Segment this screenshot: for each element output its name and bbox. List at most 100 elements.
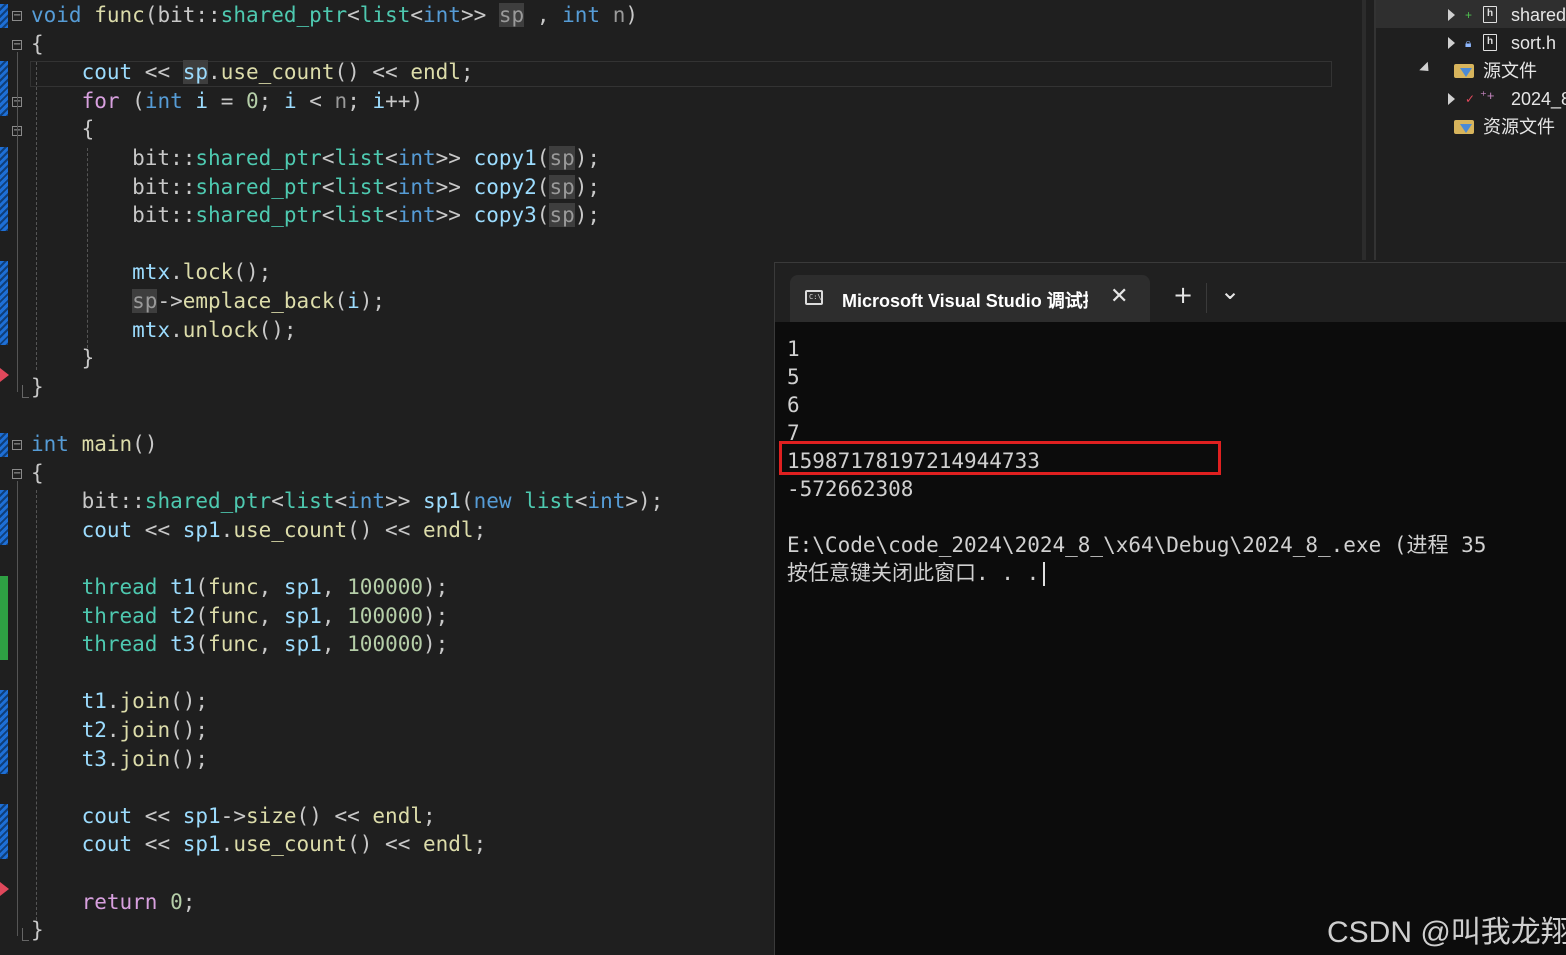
console-titlebar[interactable]: C:\ Microsoft Visual Studio 调试控制台 ✕ + ⌄: [775, 263, 1566, 322]
code-token: t3: [170, 632, 196, 657]
code-token: ();: [170, 746, 209, 771]
code-token: int: [423, 3, 461, 27]
fold-collapse-icon[interactable]: −: [12, 440, 22, 450]
code-token: <: [321, 146, 335, 170]
code-token: bit::: [31, 203, 196, 228]
code-token: 100000: [347, 603, 424, 628]
breakpoint-arrow-icon[interactable]: [0, 882, 9, 896]
chevron-down-icon[interactable]: ⌄: [1220, 277, 1240, 305]
code-line[interactable]: t1.join();: [31, 687, 208, 715]
console-tab[interactable]: C:\ Microsoft Visual Studio 调试控制台 ✕: [790, 275, 1150, 322]
code-line[interactable]: int main(): [31, 430, 157, 458]
code-token: list: [334, 146, 386, 170]
code-line[interactable]: for (int i = 0; i < n; i++): [31, 87, 424, 115]
code-token: cout: [81, 803, 133, 828]
code-token: <<: [132, 832, 183, 857]
change-marker: [0, 690, 8, 774]
code-token: <: [271, 489, 284, 514]
fold-collapse-icon[interactable]: −: [12, 469, 22, 479]
code-line[interactable]: bit::shared_ptr<list<int>> copy2(sp);: [31, 173, 600, 201]
code-line[interactable]: cout << sp1->size() << endl;: [31, 802, 436, 830]
code-token: .: [106, 689, 120, 714]
code-line[interactable]: void func(bit::shared_ptr<list<int>> sp …: [31, 1, 638, 29]
solution-explorer[interactable]: + h shared 🔒︎ h sort.h 源文件 ✓ ⁺+ 2024_8 资…: [1374, 0, 1566, 260]
code-line[interactable]: }: [31, 344, 95, 372]
code-line[interactable]: return 0;: [31, 888, 196, 916]
code-line[interactable]: mtx.lock();: [31, 258, 271, 286]
code-token: int: [144, 88, 183, 113]
code-line[interactable]: bit::shared_ptr<list<int>> sp1(new list<…: [31, 487, 664, 515]
code-token: int: [397, 174, 436, 199]
fold-collapse-icon[interactable]: −: [12, 11, 22, 21]
code-token: }: [31, 918, 44, 943]
code-token: mtx: [132, 260, 171, 285]
breakpoint-arrow-icon[interactable]: [0, 368, 9, 382]
code-token: ;: [422, 803, 436, 828]
code-token: sp: [132, 289, 158, 313]
change-marker: [0, 490, 8, 545]
code-token: func: [94, 3, 145, 27]
code-token: thread: [81, 603, 158, 628]
code-token: t1: [81, 689, 107, 714]
code-token: ;: [473, 517, 487, 542]
editor-scrollbar[interactable]: [1362, 0, 1366, 260]
editor-gutter[interactable]: − − − − − −: [0, 0, 30, 954]
code-line[interactable]: thread t2(func, sp1, 100000);: [31, 602, 449, 630]
explorer-item-shared[interactable]: + h shared: [1376, 1, 1566, 29]
code-token: ,: [258, 632, 284, 657]
code-token: >);: [625, 489, 664, 514]
code-token: endl: [422, 517, 474, 542]
code-line[interactable]: cout << sp1.use_count() << endl;: [31, 830, 487, 858]
code-line[interactable]: cout << sp.use_count() << endl;: [31, 58, 474, 86]
code-token: ,: [321, 632, 348, 657]
code-token: join: [119, 718, 171, 742]
code-token: join: [119, 746, 171, 771]
expand-arrow-icon[interactable]: [1448, 9, 1455, 21]
code-token: lock: [182, 260, 234, 285]
code-line[interactable]: {: [31, 30, 44, 58]
code-token: (bit::: [144, 3, 221, 27]
explorer-item-2024-8[interactable]: ✓ ⁺+ 2024_8: [1376, 85, 1566, 113]
code-token: (: [536, 203, 550, 228]
added-marker: [0, 576, 8, 660]
code-token: cout: [81, 60, 133, 85]
code-line[interactable]: cout << sp1.use_count() << endl;: [31, 516, 487, 544]
code-line[interactable]: }: [31, 916, 44, 944]
explorer-item-sort-h[interactable]: 🔒︎ h sort.h: [1376, 29, 1566, 57]
code-token: <<: [132, 60, 183, 85]
code-token: i: [195, 88, 209, 113]
expand-arrow-icon[interactable]: [1448, 37, 1455, 49]
code-line[interactable]: {: [31, 459, 44, 487]
expand-arrow-icon[interactable]: [1448, 93, 1455, 105]
code-line[interactable]: mtx.unlock();: [31, 316, 296, 344]
code-token: .: [106, 718, 120, 742]
code-token: }: [31, 374, 44, 399]
console-line: -572662308: [787, 475, 913, 503]
code-line[interactable]: bit::shared_ptr<list<int>> copy1(sp);: [31, 144, 600, 172]
code-line[interactable]: thread t1(func, sp1, 100000);: [31, 573, 449, 601]
fold-collapse-icon[interactable]: −: [12, 40, 22, 50]
close-tab-button[interactable]: ✕: [1110, 284, 1128, 309]
code-token: n: [612, 3, 626, 27]
explorer-item-source-files[interactable]: 源文件: [1376, 57, 1566, 85]
code-token: bit::: [31, 489, 145, 514]
code-line[interactable]: {: [31, 115, 95, 143]
code-line[interactable]: thread t3(func, sp1, 100000);: [31, 630, 449, 658]
explorer-item-resource-files[interactable]: 资源文件: [1376, 113, 1566, 141]
code-token: int: [347, 489, 386, 514]
code-token: 100000: [347, 575, 424, 599]
code-line[interactable]: bit::shared_ptr<list<int>> copy3(sp);: [31, 201, 600, 229]
code-token: <: [347, 3, 360, 27]
code-token: <: [334, 489, 348, 514]
code-line[interactable]: }: [31, 373, 44, 401]
debug-console-window[interactable]: C:\ Microsoft Visual Studio 调试控制台 ✕ + ⌄ …: [774, 262, 1566, 955]
code-line[interactable]: sp->emplace_back(i);: [31, 287, 385, 315]
collapse-arrow-icon[interactable]: [1419, 61, 1433, 76]
new-tab-button[interactable]: +: [1173, 281, 1193, 309]
code-line[interactable]: t2.join();: [31, 716, 208, 744]
code-line[interactable]: t3.join();: [31, 745, 208, 773]
